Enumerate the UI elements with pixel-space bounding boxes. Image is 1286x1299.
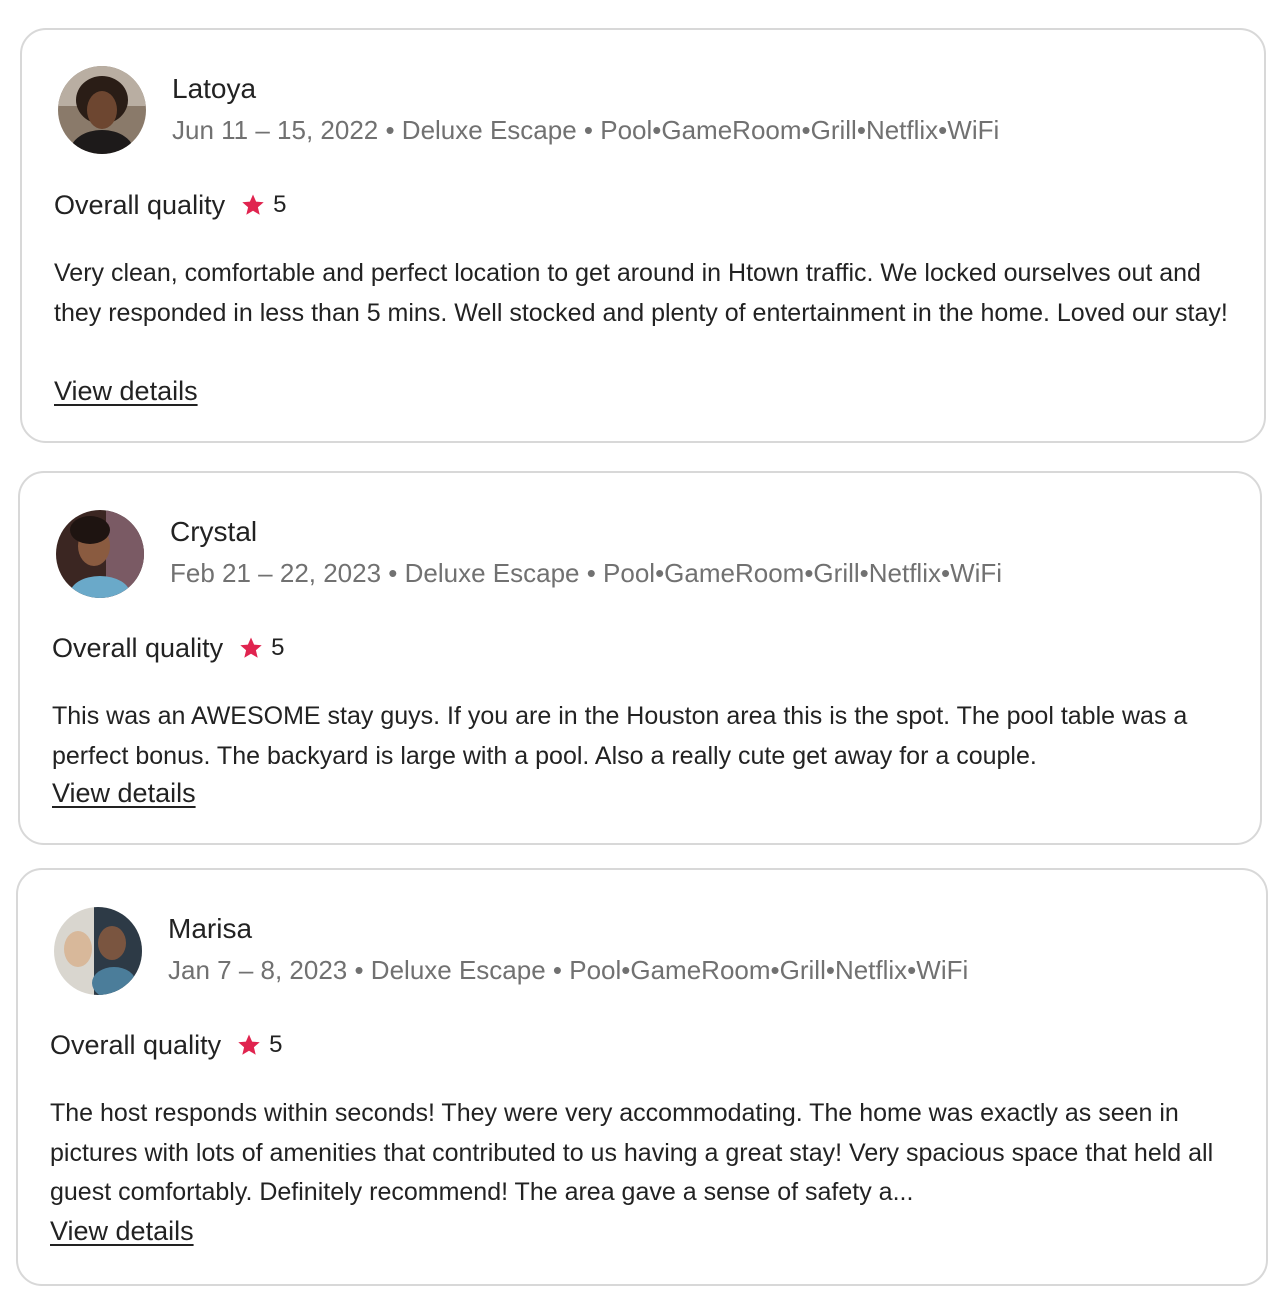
reviewer-name: Latoya xyxy=(172,73,257,104)
rating-value: 5 xyxy=(269,1031,283,1058)
review-text: The host responds within seconds! They w… xyxy=(50,1099,1214,1206)
reviewer-avatar[interactable] xyxy=(56,510,144,598)
overall-quality-rating: Overall quality 5 xyxy=(54,188,286,222)
view-details-link[interactable]: View details xyxy=(54,374,198,408)
reviewer-avatar[interactable] xyxy=(54,907,142,995)
review-meta: Jan 7 – 8, 2023 • Deluxe Escape • Pool•G… xyxy=(168,955,969,985)
overall-quality-rating: Overall quality 5 xyxy=(50,1028,282,1062)
view-details-link[interactable]: View details xyxy=(52,776,196,810)
review-meta: Feb 21 – 22, 2023 • Deluxe Escape • Pool… xyxy=(170,558,1003,588)
star-icon xyxy=(240,637,262,658)
review-text: This was an AWESOME stay guys. If you ar… xyxy=(52,702,1188,770)
star-icon xyxy=(242,194,264,215)
reviewer-name: Marisa xyxy=(168,913,253,944)
reviewer-avatar[interactable] xyxy=(58,66,146,154)
review-meta: Jun 11 – 15, 2022 • Deluxe Escape • Pool… xyxy=(172,115,1000,145)
review-text: Very clean, comfortable and perfect loca… xyxy=(54,259,1228,327)
review-card: Crystal Feb 21 – 22, 2023 • Deluxe Escap… xyxy=(18,471,1262,845)
reviewer-name: Crystal xyxy=(170,516,258,547)
rating-label: Overall quality xyxy=(54,190,226,220)
rating-label: Overall quality xyxy=(52,633,224,663)
star-icon xyxy=(238,1034,260,1055)
review-card: Marisa Jan 7 – 8, 2023 • Deluxe Escape •… xyxy=(16,868,1268,1286)
rating-label: Overall quality xyxy=(50,1030,222,1060)
rating-value: 5 xyxy=(271,634,285,661)
overall-quality-rating: Overall quality 5 xyxy=(52,631,284,665)
rating-value: 5 xyxy=(273,191,287,218)
view-details-link[interactable]: View details xyxy=(50,1214,194,1248)
review-card: Latoya Jun 11 – 15, 2022 • Deluxe Escape… xyxy=(20,28,1266,443)
